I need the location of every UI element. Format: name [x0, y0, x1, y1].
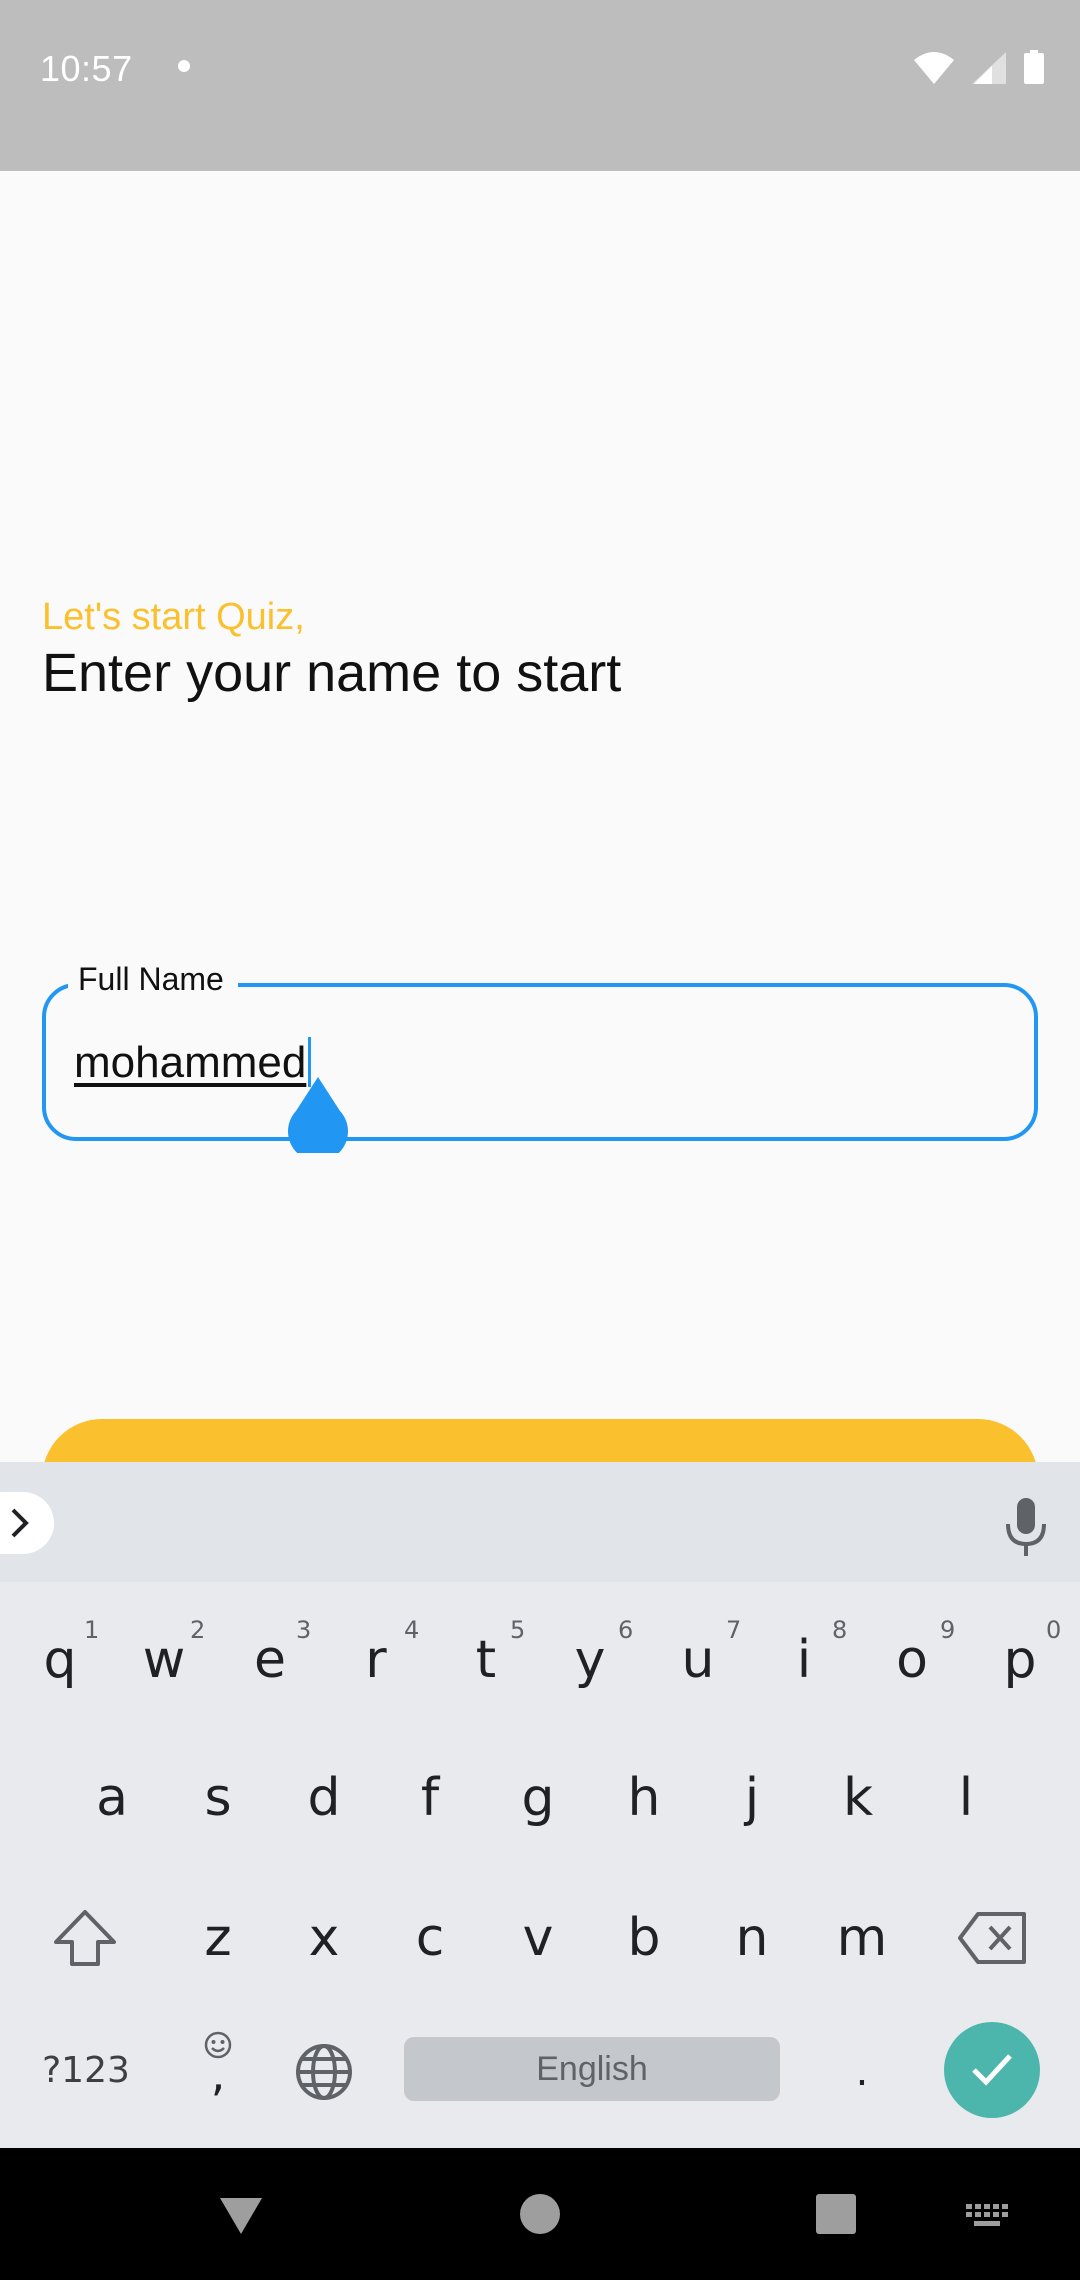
key-f[interactable]: f: [406, 1768, 454, 1828]
key-h[interactable]: h: [620, 1768, 668, 1828]
key-z[interactable]: z: [194, 1908, 242, 1968]
key-k[interactable]: k: [834, 1768, 882, 1828]
enter-key[interactable]: [944, 2022, 1040, 2118]
keyboard-switch-icon[interactable]: [966, 2204, 1008, 2230]
navigation-bar: [0, 2148, 1080, 2280]
key-j[interactable]: j: [728, 1768, 776, 1828]
back-icon[interactable]: [218, 2196, 264, 2236]
chevron-right-icon: [11, 1508, 29, 1538]
key-e[interactable]: e3: [246, 1616, 311, 1690]
key-r[interactable]: r4: [352, 1616, 419, 1690]
shift-icon[interactable]: [52, 1908, 118, 1968]
battery-icon: [1024, 50, 1044, 84]
cursor-handle-icon[interactable]: [286, 1077, 350, 1153]
signal-icon: [972, 52, 1006, 84]
space-key[interactable]: English: [404, 2037, 780, 2101]
quiz-subtitle: Let's start Quiz,: [42, 596, 305, 638]
key-a[interactable]: a: [88, 1768, 136, 1828]
recents-icon[interactable]: [816, 2194, 856, 2234]
comma-key[interactable]: ,: [196, 2030, 240, 2097]
key-s[interactable]: s: [194, 1768, 242, 1828]
key-i[interactable]: i8: [780, 1616, 848, 1690]
key-g[interactable]: g: [514, 1768, 562, 1828]
key-q[interactable]: q1: [36, 1616, 99, 1690]
full-name-field[interactable]: Full Name mohammed: [42, 959, 1038, 1153]
key-t[interactable]: t5: [462, 1616, 525, 1690]
suggestion-strip: [0, 1462, 1080, 1582]
key-o[interactable]: o9: [888, 1616, 955, 1690]
key-p[interactable]: p0: [996, 1616, 1061, 1690]
key-v[interactable]: v: [514, 1908, 562, 1968]
key-c[interactable]: c: [406, 1908, 454, 1968]
key-l[interactable]: l: [942, 1768, 990, 1828]
full-name-input[interactable]: mohammed: [74, 1037, 312, 1088]
globe-icon[interactable]: [294, 2042, 354, 2102]
page-title: Enter your name to start: [42, 643, 622, 703]
microphone-icon[interactable]: [1004, 1498, 1048, 1558]
key-b[interactable]: b: [620, 1908, 668, 1968]
key-u[interactable]: u7: [674, 1616, 742, 1690]
full-name-value: mohammed: [74, 1038, 307, 1087]
key-x[interactable]: x: [300, 1908, 348, 1968]
backspace-icon[interactable]: [956, 1910, 1028, 1966]
keyboard: q1 w2 e3 r4 t5 y6 u7 i8 o9 p0 a s d f g …: [0, 1462, 1080, 2148]
expand-toolbar-button[interactable]: [0, 1492, 54, 1554]
full-name-label: Full Name: [68, 959, 238, 999]
status-bar: 10:57: [0, 0, 1080, 171]
home-icon[interactable]: [519, 2193, 561, 2235]
checkmark-icon: [972, 2054, 1012, 2086]
key-m[interactable]: m: [834, 1908, 890, 1968]
key-y[interactable]: y6: [566, 1616, 634, 1690]
key-n[interactable]: n: [728, 1908, 776, 1968]
status-time: 10:57: [40, 48, 133, 89]
symbols-key[interactable]: ?123: [36, 2050, 136, 2091]
key-w[interactable]: w2: [140, 1616, 206, 1690]
wifi-icon: [914, 52, 954, 84]
status-icons: [914, 50, 1044, 84]
key-d[interactable]: d: [300, 1768, 348, 1828]
period-key[interactable]: .: [844, 2042, 880, 2102]
notification-dot-icon: [178, 60, 190, 72]
